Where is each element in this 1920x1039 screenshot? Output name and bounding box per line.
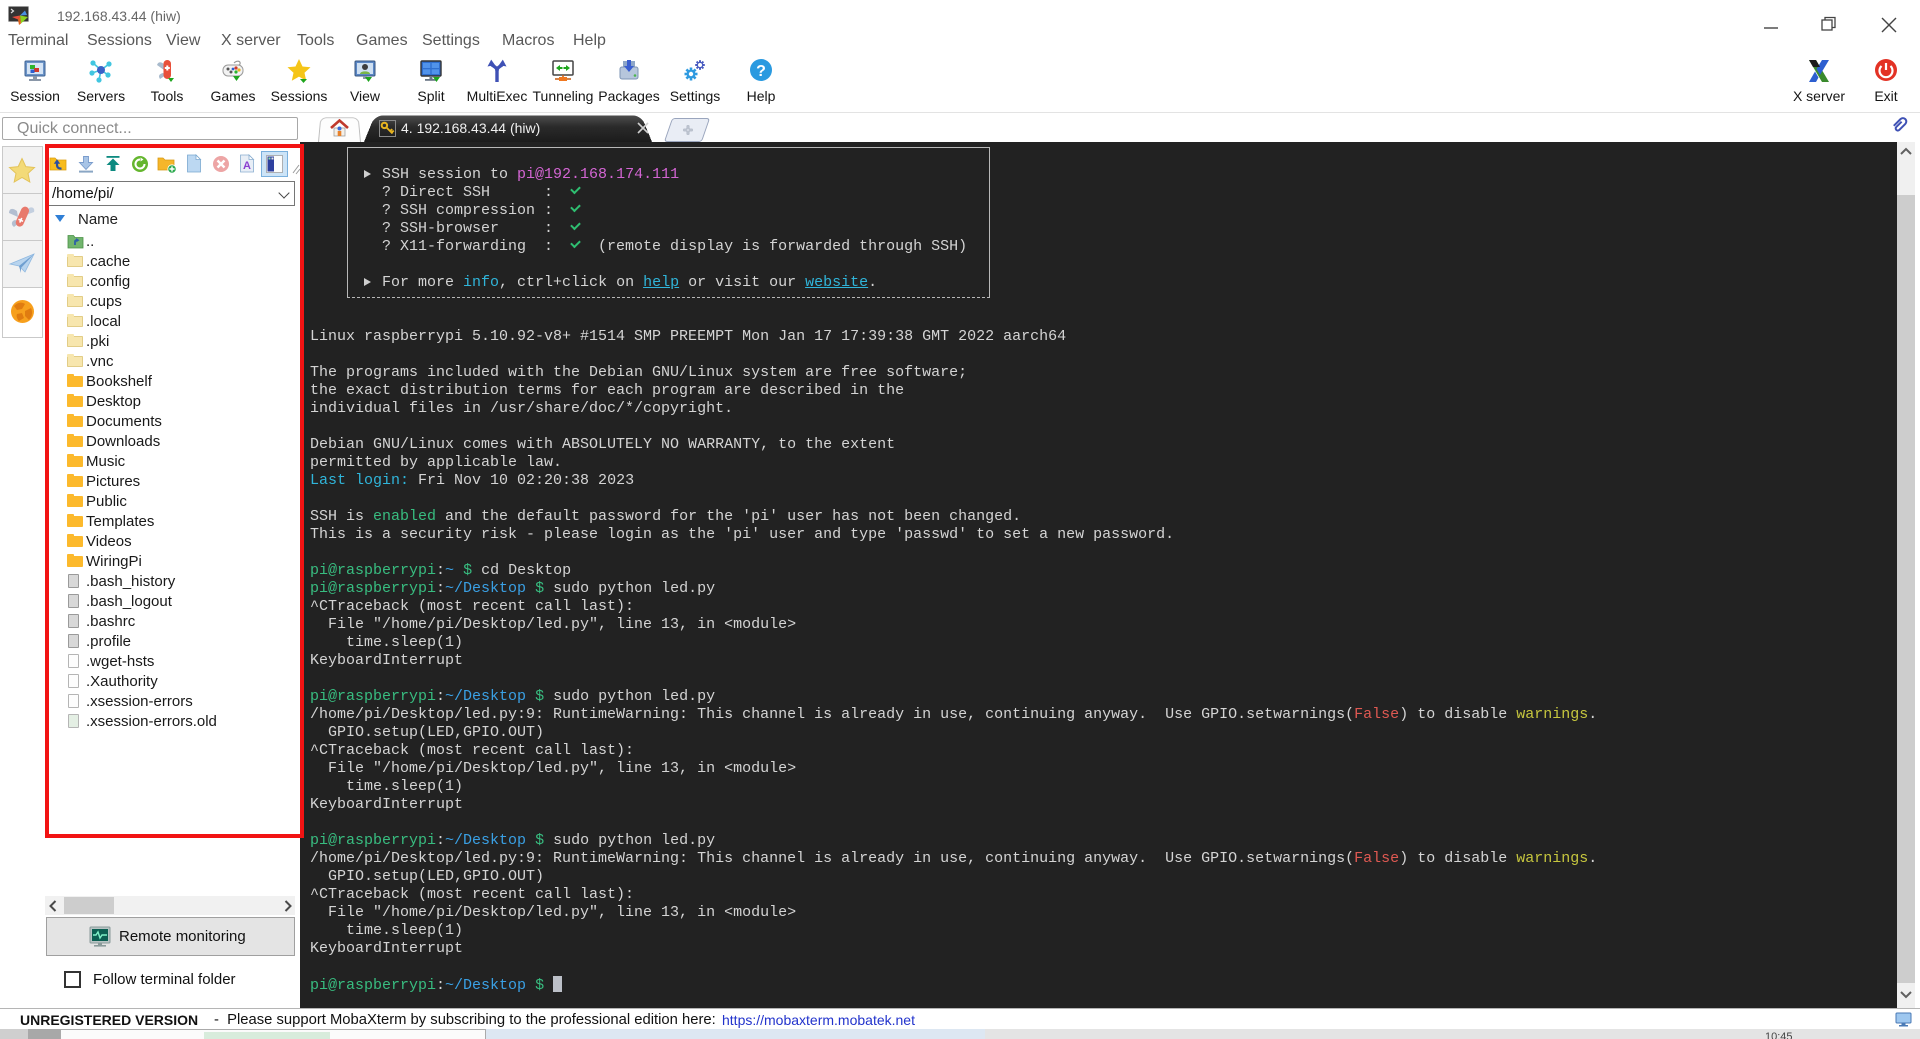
svg-text:?: ?: [756, 63, 766, 80]
